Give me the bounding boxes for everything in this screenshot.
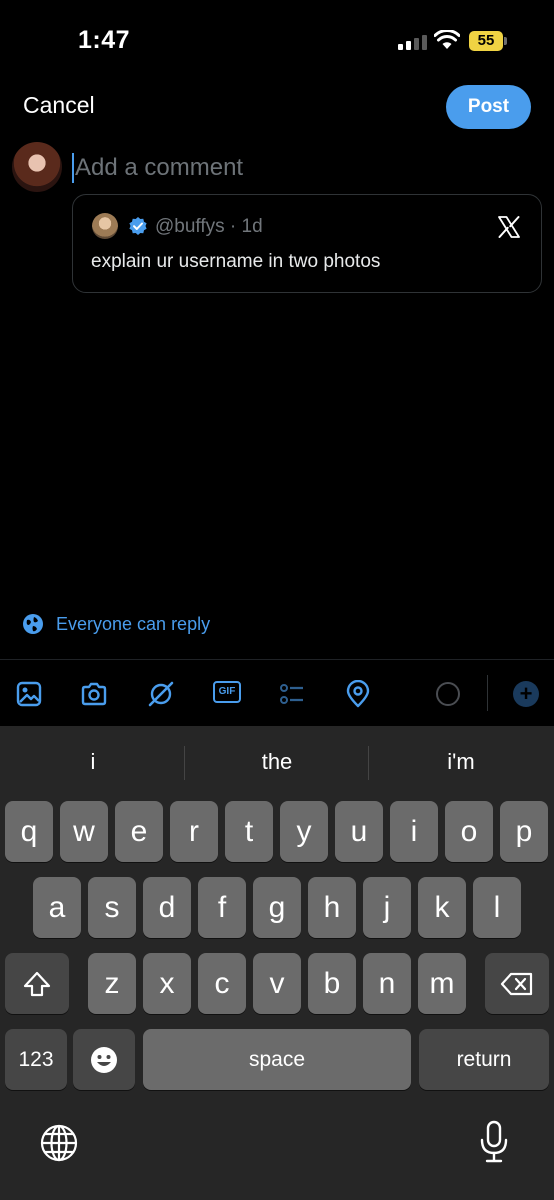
key-p[interactable]: p	[500, 801, 548, 862]
battery-cap	[504, 37, 507, 45]
key-a[interactable]: a	[33, 877, 81, 938]
key-h[interactable]: h	[308, 877, 356, 938]
compose-reply-screen: 1:47 55 Cancel Post @buffys · 1d explain…	[0, 0, 554, 1200]
key-q[interactable]: q	[5, 801, 53, 862]
key-w[interactable]: w	[60, 801, 108, 862]
location-icon[interactable]	[344, 680, 372, 708]
key-d[interactable]: d	[143, 877, 191, 938]
user-avatar[interactable]	[12, 142, 62, 192]
verified-badge-icon	[129, 217, 147, 235]
key-m[interactable]: m	[418, 953, 466, 1014]
text-caret	[72, 153, 74, 183]
key-v[interactable]: v	[253, 953, 301, 1014]
backspace-icon	[500, 972, 533, 995]
key-t[interactable]: t	[225, 801, 273, 862]
suggestion-1[interactable]: i	[33, 749, 153, 775]
key-b[interactable]: b	[308, 953, 356, 1014]
keyboard-globe-icon[interactable]	[40, 1124, 78, 1162]
battery-icon: 55	[469, 31, 503, 51]
key-e[interactable]: e	[115, 801, 163, 862]
suggestion-divider	[184, 746, 185, 780]
numbers-key[interactable]: 123	[5, 1029, 67, 1090]
cellular-signal-icon	[398, 34, 427, 50]
gif-icon[interactable]: GIF	[213, 681, 241, 703]
key-g[interactable]: g	[253, 877, 301, 938]
key-n[interactable]: n	[363, 953, 411, 1014]
comment-input[interactable]	[75, 152, 515, 184]
character-count-ring	[436, 682, 460, 706]
key-z[interactable]: z	[88, 953, 136, 1014]
emoji-key[interactable]	[73, 1029, 135, 1090]
toolbar-separator	[487, 675, 488, 711]
status-bar: 1:47 55	[0, 0, 554, 80]
quoted-post-card[interactable]: @buffys · 1d explain ur username in two …	[72, 194, 542, 293]
key-o[interactable]: o	[445, 801, 493, 862]
poll-icon[interactable]	[278, 680, 306, 708]
key-x[interactable]: x	[143, 953, 191, 1014]
key-s[interactable]: s	[88, 877, 136, 938]
key-k[interactable]: k	[418, 877, 466, 938]
reply-setting[interactable]: Everyone can reply	[22, 613, 210, 635]
x-logo-icon	[498, 216, 520, 238]
suggestion-bar: i the i'm	[0, 726, 554, 798]
reply-setting-label: Everyone can reply	[56, 613, 211, 634]
return-key[interactable]: return	[419, 1029, 549, 1090]
emoji-icon	[91, 1046, 117, 1073]
cancel-button[interactable]: Cancel	[23, 92, 95, 119]
globe-icon	[23, 614, 43, 634]
quoted-post-text: explain ur username in two photos	[91, 251, 381, 272]
quoted-handle-time: @buffys · 1d	[155, 216, 263, 237]
space-key[interactable]: space	[143, 1029, 411, 1090]
wifi-icon	[434, 30, 460, 49]
post-button[interactable]: Post	[446, 85, 531, 129]
key-y[interactable]: y	[280, 801, 328, 862]
dictation-mic-icon[interactable]	[478, 1120, 510, 1164]
shift-key[interactable]	[5, 953, 69, 1014]
key-j[interactable]: j	[363, 877, 411, 938]
key-u[interactable]: u	[335, 801, 383, 862]
image-icon[interactable]	[15, 680, 43, 708]
key-r[interactable]: r	[170, 801, 218, 862]
camera-icon[interactable]	[80, 680, 108, 708]
key-f[interactable]: f	[198, 877, 246, 938]
key-c[interactable]: c	[198, 953, 246, 1014]
compose-toolbar	[0, 660, 554, 726]
suggestion-divider	[368, 746, 369, 780]
quoted-author-avatar	[92, 213, 118, 239]
grok-icon[interactable]	[147, 680, 175, 708]
suggestion-2[interactable]: the	[217, 749, 337, 775]
suggestion-3[interactable]: i'm	[401, 749, 521, 775]
key-i[interactable]: i	[390, 801, 438, 862]
add-post-icon[interactable]: +	[513, 681, 539, 707]
delete-key[interactable]	[485, 953, 549, 1014]
shift-icon	[23, 971, 51, 996]
key-l[interactable]: l	[473, 877, 521, 938]
status-time: 1:47	[78, 26, 131, 54]
